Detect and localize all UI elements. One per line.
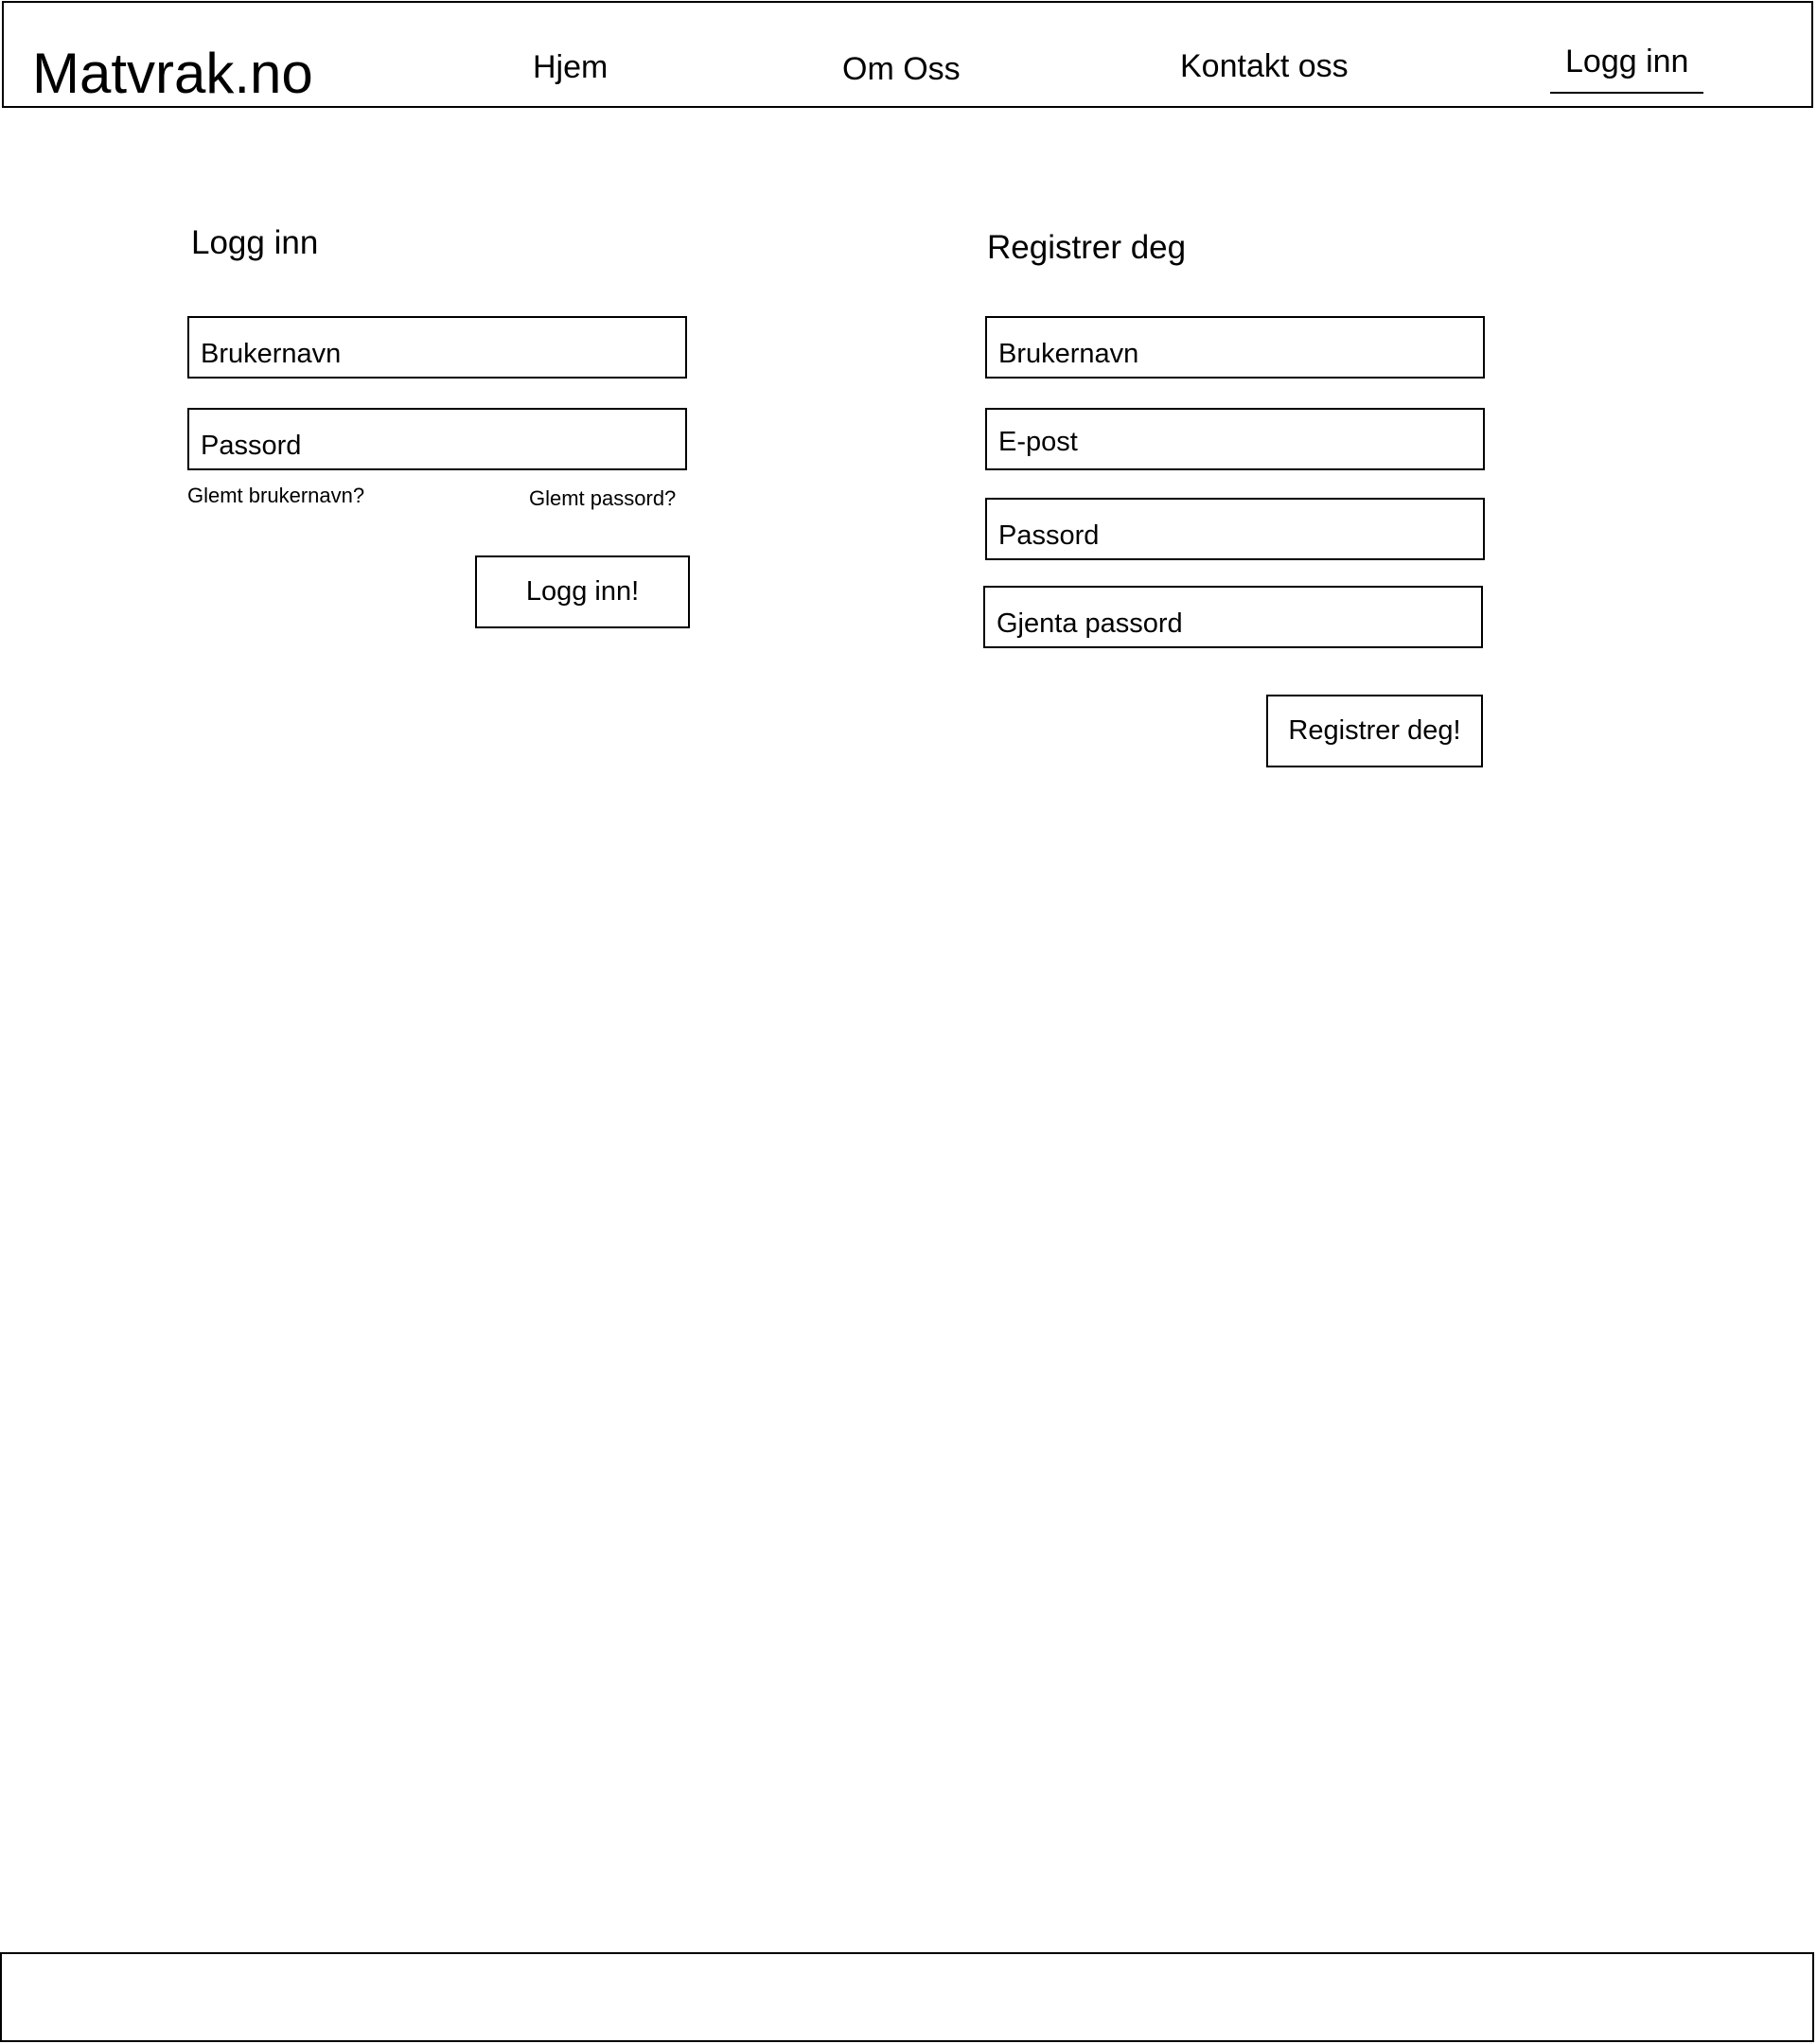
login-password-field[interactable] xyxy=(187,408,687,470)
nav-about[interactable]: Om Oss xyxy=(842,50,961,88)
site-header: Matvrak.no Hjem Om Oss Kontakt oss Logg … xyxy=(2,1,1813,108)
register-email-field[interactable] xyxy=(985,408,1485,470)
login-title: Logg inn xyxy=(191,224,319,261)
login-username-field[interactable] xyxy=(187,316,687,379)
site-logo[interactable]: Matvrak.no xyxy=(32,41,313,107)
forgot-password-link[interactable]: Glemt passord? xyxy=(529,486,676,511)
nav-contact[interactable]: Kontakt oss xyxy=(1180,47,1349,85)
register-title: Registrer deg xyxy=(987,229,1187,266)
register-password-field[interactable] xyxy=(985,498,1485,560)
site-footer xyxy=(0,1952,1814,2042)
login-button[interactable]: Logg inn! xyxy=(475,555,690,628)
register-username-field[interactable] xyxy=(985,316,1485,379)
register-repeat-password-field[interactable] xyxy=(983,586,1483,648)
nav-home[interactable]: Hjem xyxy=(533,48,608,86)
forgot-username-link[interactable]: Glemt brukernavn? xyxy=(187,484,364,508)
nav-login[interactable]: Logg inn xyxy=(1550,43,1704,94)
register-button[interactable]: Registrer deg! xyxy=(1266,695,1483,767)
